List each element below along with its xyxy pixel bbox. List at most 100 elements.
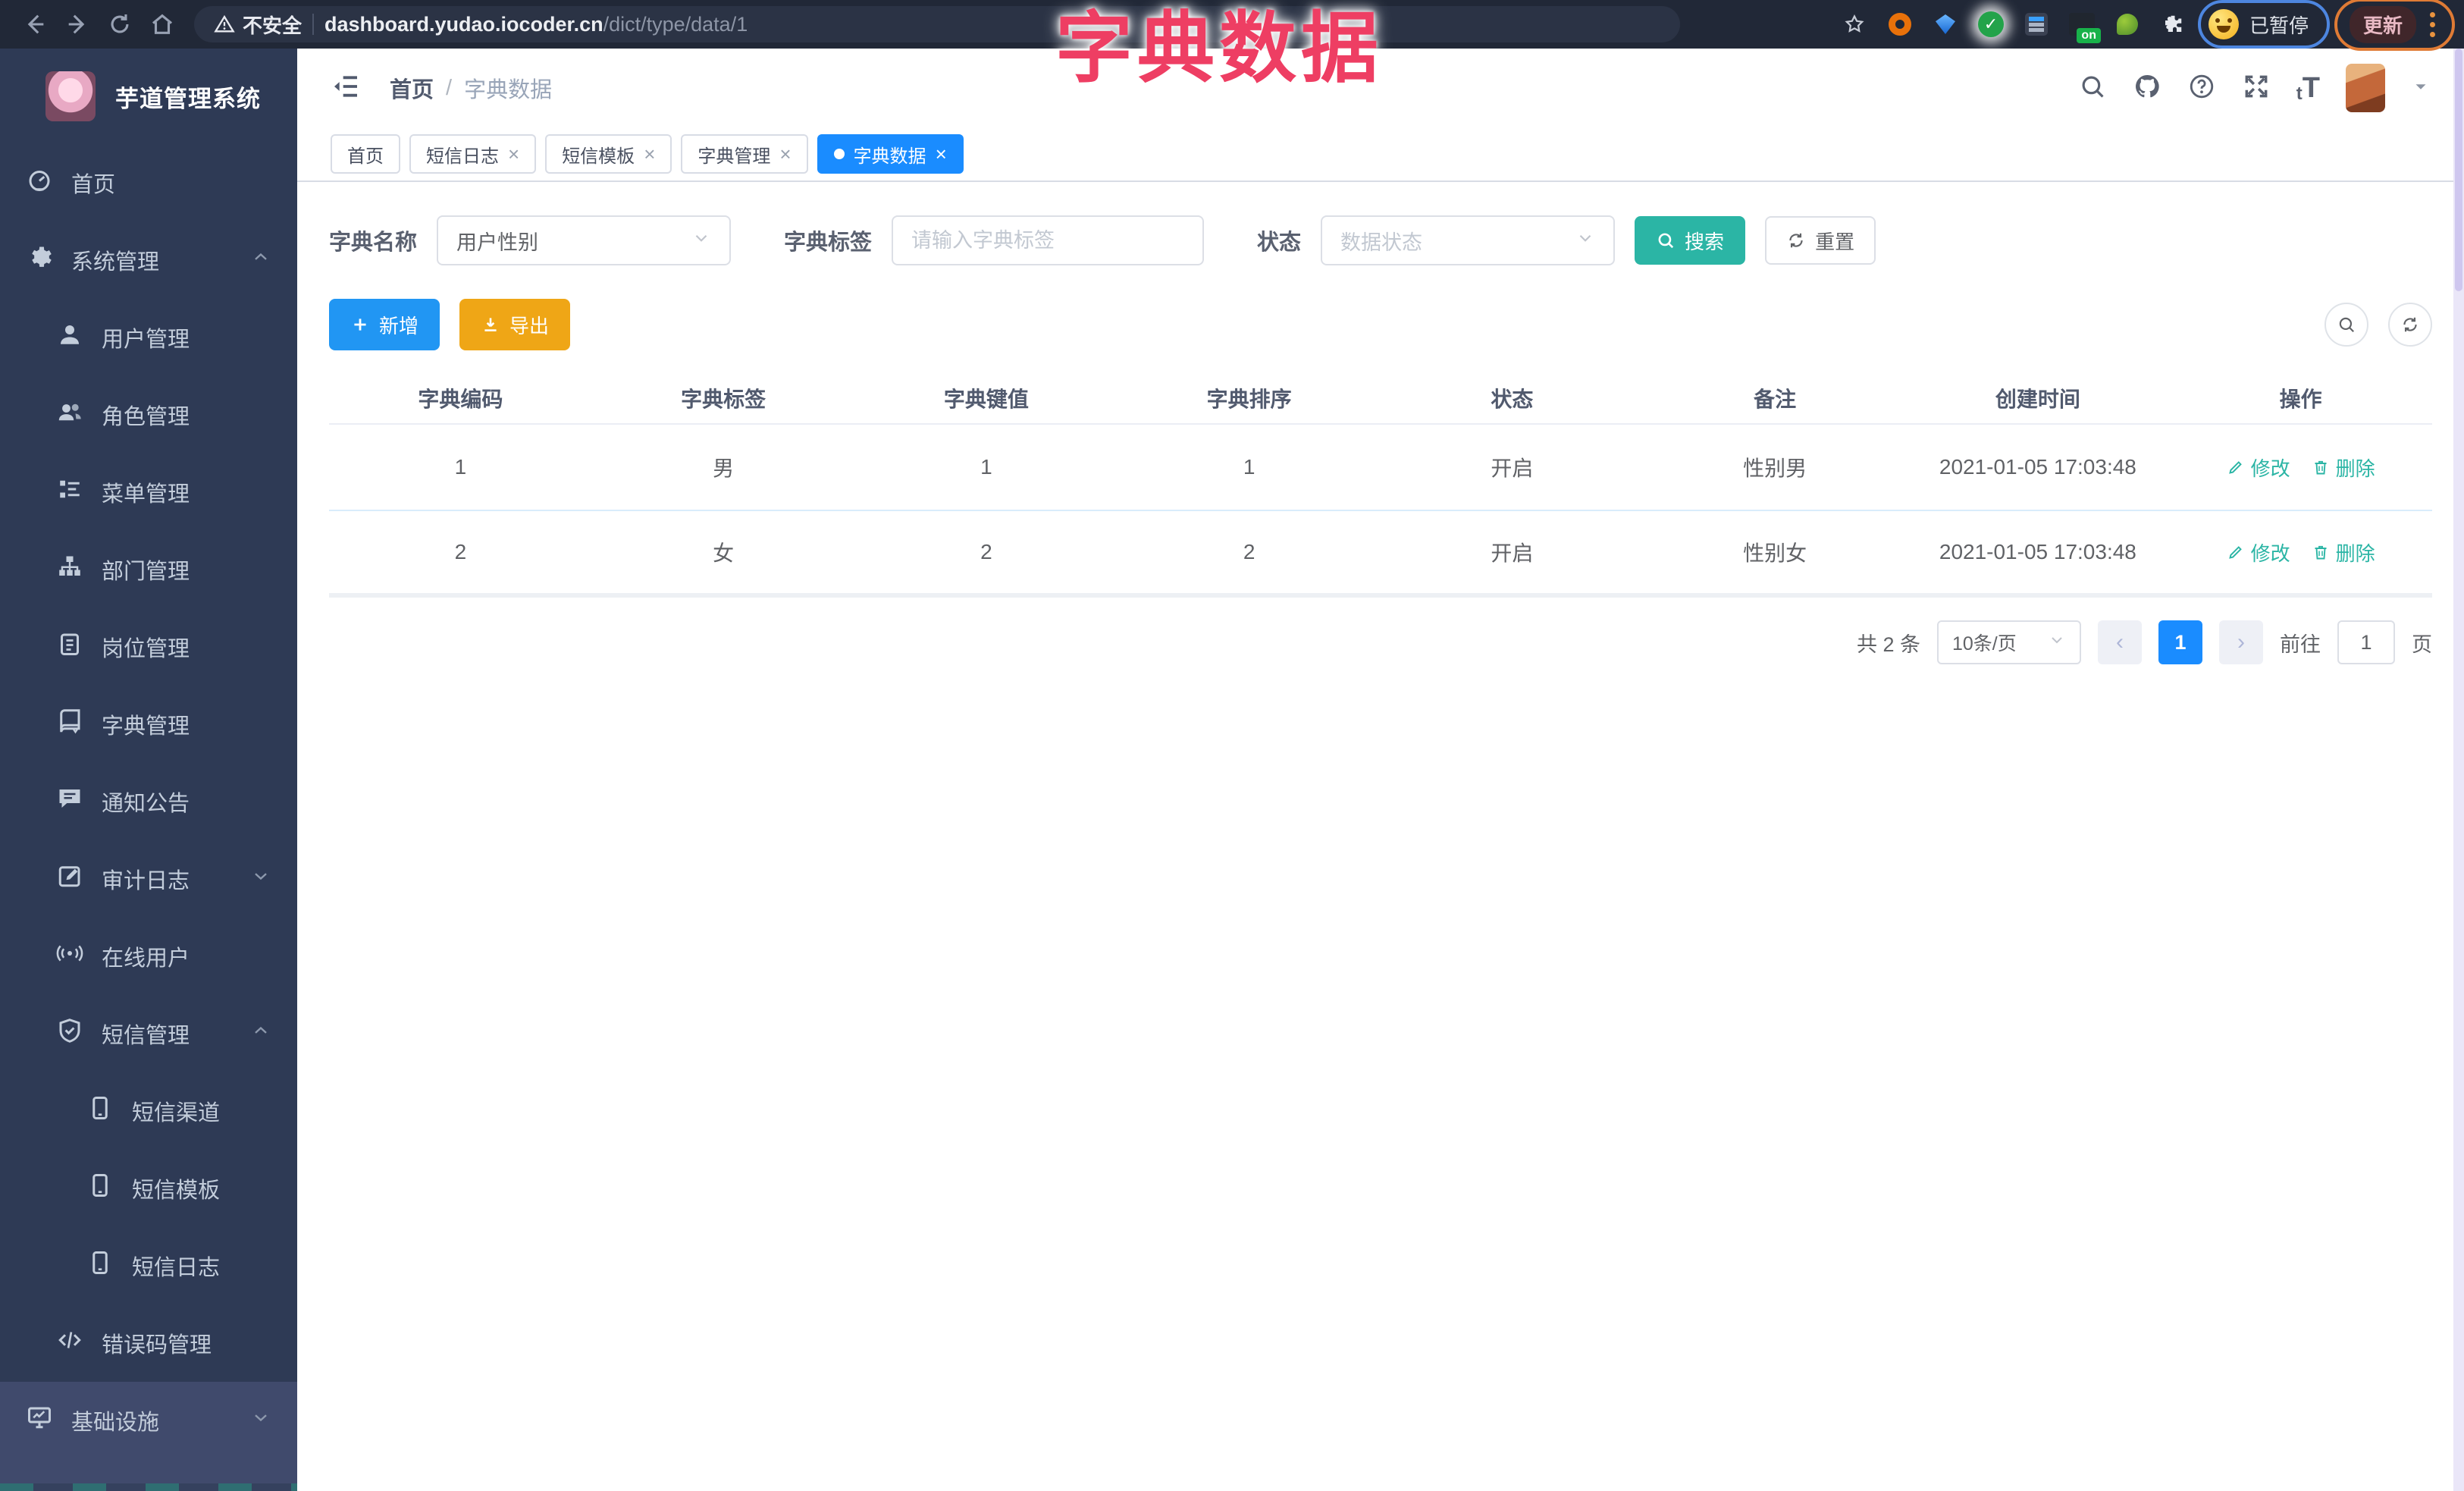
github-icon[interactable]: [2133, 72, 2161, 105]
sidebar-item[interactable]: 通知公告: [0, 763, 297, 840]
extension-gem-icon[interactable]: [1930, 8, 1961, 40]
url-text: dashboard.yudao.iocoder.cn/dict/type/dat…: [324, 12, 748, 36]
goto-page-input[interactable]: 1: [2337, 620, 2395, 664]
tag-tab[interactable]: 字典数据 ×: [817, 134, 964, 174]
next-page-button[interactable]: ›: [2219, 620, 2263, 664]
extension-on-icon[interactable]: on: [2066, 8, 2101, 43]
org-tree-icon: [56, 553, 83, 586]
export-button[interactable]: 导出: [459, 299, 571, 350]
sidebar-item[interactable]: 用户管理: [0, 299, 297, 376]
scrollbar-thumb[interactable]: [2455, 49, 2462, 291]
column-header: 创建时间: [1995, 388, 2080, 411]
close-tab-icon[interactable]: ×: [508, 144, 519, 164]
delete-link[interactable]: 删除: [2312, 454, 2375, 482]
tag-tab[interactable]: 短信模板 ×: [545, 134, 672, 174]
update-area: 更新: [2334, 0, 2456, 51]
sidebar-item[interactable]: 系统管理: [0, 221, 297, 299]
address-bar[interactable]: 不安全 dashboard.yudao.iocoder.cn/dict/type…: [194, 6, 1680, 42]
delete-link[interactable]: 删除: [2312, 538, 2375, 567]
column-header: 状态: [1491, 388, 1534, 411]
table-cell: 女: [713, 541, 735, 565]
add-button[interactable]: 新增: [329, 299, 440, 350]
fullscreen-icon[interactable]: [2242, 72, 2271, 105]
filter-form: 字典名称 用户性别 字典标签 状态 数据状态: [329, 215, 2432, 265]
extensions-puzzle-icon[interactable]: [2157, 8, 2189, 40]
sidebar-item[interactable]: 菜单管理: [0, 454, 297, 531]
browser-home-icon[interactable]: [141, 3, 183, 46]
sidebar-item[interactable]: 短信日志: [0, 1227, 297, 1304]
sidebar-item[interactable]: 基础设施: [0, 1382, 297, 1459]
sidebar-menu: 首页 系统管理 用户管理 角色管理 菜单管理 部门管理 岗位管理 字典管理通知公告审计日志 在线…: [0, 144, 297, 1483]
sidebar-item-label: 通知公告: [102, 792, 190, 816]
edit-link[interactable]: 修改: [2227, 538, 2290, 567]
page-scrollbar[interactable]: [2453, 49, 2464, 1491]
close-tab-icon[interactable]: ×: [936, 144, 947, 164]
sidebar-item[interactable]: 短信模板: [0, 1150, 297, 1227]
refresh-icon[interactable]: [2388, 303, 2432, 347]
table-cell: 2: [1243, 540, 1256, 563]
reset-button[interactable]: 重置: [1765, 216, 1876, 265]
help-icon[interactable]: [2187, 72, 2216, 105]
extension-orange-icon[interactable]: [1884, 8, 1916, 40]
sidebar-item[interactable]: 首页: [0, 144, 297, 221]
menu-tree-icon: [56, 476, 83, 509]
browser-menu-icon[interactable]: [2425, 11, 2440, 37]
sidebar-fold-icon[interactable]: [331, 71, 361, 105]
breadcrumb-home[interactable]: 首页: [390, 72, 434, 104]
extension-check-icon[interactable]: ✓: [1975, 8, 2007, 40]
sidebar-item[interactable]: 错误码管理: [0, 1304, 297, 1382]
browser-forward-icon[interactable]: [56, 3, 99, 46]
browser-actions: ✓ on 已暂停 更新: [1839, 0, 2456, 51]
user-icon: [56, 321, 83, 354]
search-button[interactable]: 搜索: [1635, 216, 1746, 265]
profile-paused-chip[interactable]: 已暂停: [2197, 0, 2330, 49]
phone-icon: [86, 1249, 114, 1282]
sidebar-item[interactable]: 字典管理: [0, 686, 297, 763]
browser-reload-icon[interactable]: [99, 3, 141, 46]
pagination: 共 2 条 10条/页 ‹ 1 › 前往 1 页: [329, 620, 2432, 664]
sidebar-item[interactable]: 短信管理: [0, 995, 297, 1072]
status-select[interactable]: 数据状态: [1321, 215, 1616, 265]
dict-name-select[interactable]: 用户性别: [437, 215, 732, 265]
tag-tab[interactable]: 短信日志 ×: [409, 134, 537, 174]
header-actions: tT: [2078, 64, 2431, 112]
tag-tab[interactable]: 首页: [331, 134, 400, 174]
page-1-button[interactable]: 1: [2158, 620, 2202, 664]
tag-tab-label: 字典数据: [853, 146, 926, 167]
page-unit: 页: [2412, 632, 2432, 656]
tag-tab-label: 短信模板: [562, 146, 635, 167]
update-button[interactable]: 更新: [2349, 5, 2416, 43]
edit-link[interactable]: 修改: [2227, 454, 2290, 482]
search-icon[interactable]: [2078, 72, 2107, 105]
avatar-caret-down-icon[interactable]: [2411, 77, 2431, 100]
bookmark-star-icon[interactable]: [1839, 8, 1870, 40]
close-tab-icon[interactable]: ×: [779, 144, 791, 164]
table-header-row: 字典编码 字典标签 字典键值 字典排序 状态 备注 创建时间 操作: [329, 373, 2432, 425]
font-size-icon[interactable]: tT: [2296, 72, 2320, 105]
extension-leaf-icon[interactable]: [2111, 8, 2143, 40]
sidebar-item[interactable]: 角色管理: [0, 376, 297, 454]
column-header: 字典标签: [681, 388, 766, 411]
sidebar-item[interactable]: 部门管理: [0, 531, 297, 608]
not-secure-warning[interactable]: 不安全: [214, 11, 302, 39]
sidebar-item[interactable]: 在线用户: [0, 918, 297, 995]
browser-back-icon[interactable]: [14, 3, 56, 46]
sidebar-item[interactable]: 岗位管理: [0, 608, 297, 686]
sidebar-item[interactable]: 审计日志: [0, 840, 297, 918]
prev-page-button[interactable]: ‹: [2098, 620, 2142, 664]
tag-tab[interactable]: 字典管理 ×: [681, 134, 808, 174]
active-dot: [833, 149, 845, 159]
dict-tag-input[interactable]: [893, 217, 1203, 264]
extension-list-icon[interactable]: [2020, 8, 2052, 40]
sidebar-item[interactable]: 短信渠道: [0, 1072, 297, 1150]
breadcrumb-separator: /: [446, 75, 453, 100]
page-size-select[interactable]: 10条/页: [1937, 620, 2081, 664]
dashboard-icon: [26, 166, 53, 199]
status-label: 状态: [1257, 231, 1302, 255]
tag-tab-label: 首页: [347, 146, 384, 167]
sidebar-logo-row[interactable]: 芋道管理系统: [0, 49, 297, 144]
user-avatar[interactable]: [2346, 64, 2385, 112]
close-tab-icon[interactable]: ×: [644, 144, 655, 164]
sidebar: 芋道管理系统 首页 系统管理 用户管理 角色管理 菜单管理 部门管理 岗位管理 字典管理通知公…: [0, 49, 297, 1491]
toggle-search-icon[interactable]: [2324, 303, 2368, 347]
